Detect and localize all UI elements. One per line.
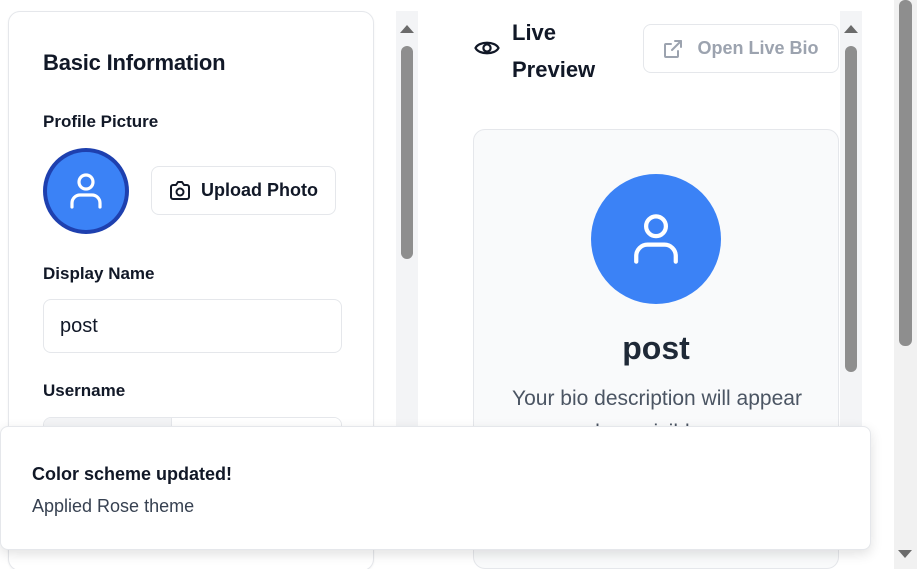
scroll-up-arrow[interactable] [400,25,414,33]
preview-name: post [622,330,690,366]
display-name-input[interactable]: post [43,299,342,353]
avatar[interactable] [43,148,129,234]
external-link-icon [664,39,683,58]
right-scroll-thumb[interactable] [845,46,857,372]
user-icon [70,173,102,209]
scroll-down-arrow[interactable] [898,550,912,558]
toast-notification[interactable]: Color scheme updated! Applied Rose theme [0,426,871,550]
user-icon [634,214,678,264]
section-title: Basic Information [43,50,226,75]
profile-picture-label: Profile Picture [43,112,159,131]
profile-editor: Basic Information Profile Picture Upload… [0,0,917,569]
display-name-label: Display Name [43,264,155,283]
left-scroll-thumb[interactable] [401,46,413,259]
open-live-bio-button[interactable]: Open Live Bio [643,24,839,73]
eye-icon [474,41,500,55]
upload-photo-button[interactable]: Upload Photo [151,166,336,215]
toast-title: Color scheme updated! [32,464,233,484]
scroll-up-arrow[interactable] [844,25,858,33]
camera-icon [170,180,190,200]
display-name-value: post [60,314,98,337]
preview-header: Live Preview [474,14,612,88]
username-label: Username [43,381,126,400]
upload-photo-label: Upload Photo [201,180,318,200]
window-scroll-thumb[interactable] [899,0,912,346]
toast-description: Applied Rose theme [32,496,195,516]
open-live-bio-label: Open Live Bio [697,38,819,58]
preview-avatar [591,174,721,304]
preview-title: Live Preview [512,20,596,82]
